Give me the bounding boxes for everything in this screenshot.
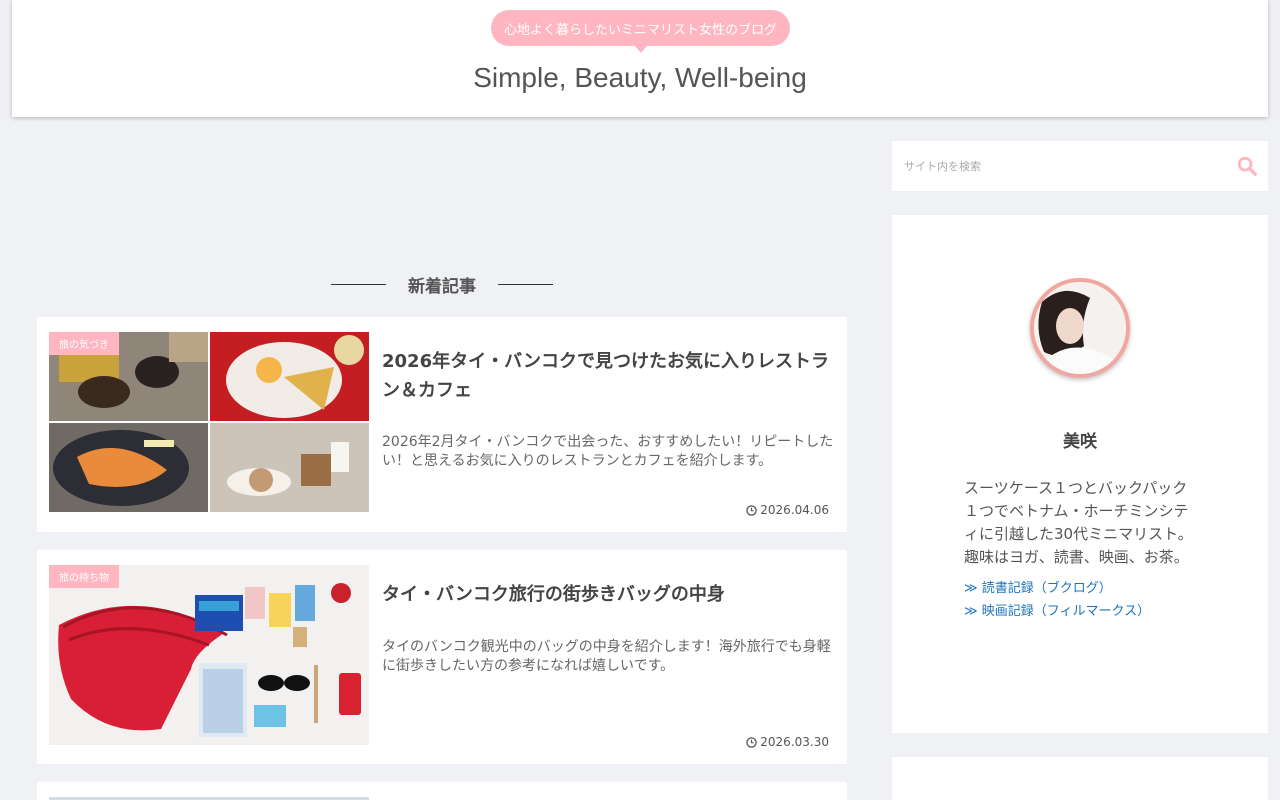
category-badge[interactable]: 旅の持ち物 — [49, 565, 119, 588]
post-snippet: タイのバンコク観光中のバッグの中身を紹介します！海外旅行でも身軽に街歩きしたい方… — [382, 639, 831, 674]
avatar — [1030, 278, 1130, 378]
movie-log-link[interactable]: ≫ 映画記録（フィルマークス） — [964, 600, 1150, 619]
section-title-line-left — [331, 283, 386, 285]
section-title-text: 新着記事 — [408, 276, 476, 297]
bag-contents-image — [49, 565, 369, 745]
site-header: 心地よく暮らしたいミニマリスト女性のブログ Simple, Beauty, We… — [12, 0, 1268, 117]
post-title[interactable]: タイ・バンコク旅行の街歩きバッグの中身 — [382, 580, 832, 609]
profile-bio: スーツケース１つとバックパック１つでベトナム・ホーチミンシティに引越した30代ミ… — [964, 479, 1193, 566]
search-icon[interactable] — [1236, 155, 1258, 177]
post-thumbnail[interactable]: 旅の気づき — [49, 332, 369, 512]
search-box — [892, 141, 1268, 191]
profile-photo-image — [1034, 282, 1126, 374]
post-snippet: 2026年2月タイ・バンコクで出会った、おすすめしたい！リピートしたい！と思える… — [382, 434, 834, 469]
site-tagline: 心地よく暮らしたいミニマリスト女性のブログ — [491, 10, 790, 53]
profile-widget: 美咲 スーツケース１つとバックパック１つでベトナム・ホーチミンシティに引越した3… — [892, 215, 1268, 733]
post-date: 2026.03.30 — [746, 735, 829, 749]
clock-icon — [746, 736, 758, 748]
category-badge[interactable]: 旅の気づき — [49, 332, 119, 355]
post-title[interactable]: 2026年タイ・バンコクで見つけたお気に入りレストラン＆カフェ — [382, 347, 832, 405]
post-card[interactable]: 旅の気づき 2026年タイ・バンコクで見つけたお気に入りレストラン＆カフェ 20… — [37, 317, 847, 532]
post-date-text: 2026.03.30 — [760, 735, 829, 749]
clock-icon — [746, 504, 758, 516]
food-photo-collage-image — [49, 332, 369, 512]
post-date-text: 2026.04.06 — [760, 503, 829, 517]
reading-log-link[interactable]: ≫ 読書記録（ブクログ） — [964, 577, 1112, 596]
post-card[interactable]: 旅の持ち物 タイ・バンコク旅行の街歩きバッグの中身 タイのバンコク観光中のバッグ… — [37, 550, 847, 764]
section-title-line-right — [498, 283, 553, 285]
post-date: 2026.04.06 — [746, 503, 829, 517]
search-input[interactable] — [892, 141, 1222, 191]
post-card[interactable] — [37, 782, 847, 800]
site-title[interactable]: Simple, Beauty, Well-being — [12, 62, 1268, 94]
sidebar-widget — [892, 757, 1268, 800]
post-thumbnail[interactable]: 旅の持ち物 — [49, 565, 369, 745]
section-title: 新着記事 — [331, 270, 553, 298]
profile-name: 美咲 — [1063, 432, 1097, 452]
